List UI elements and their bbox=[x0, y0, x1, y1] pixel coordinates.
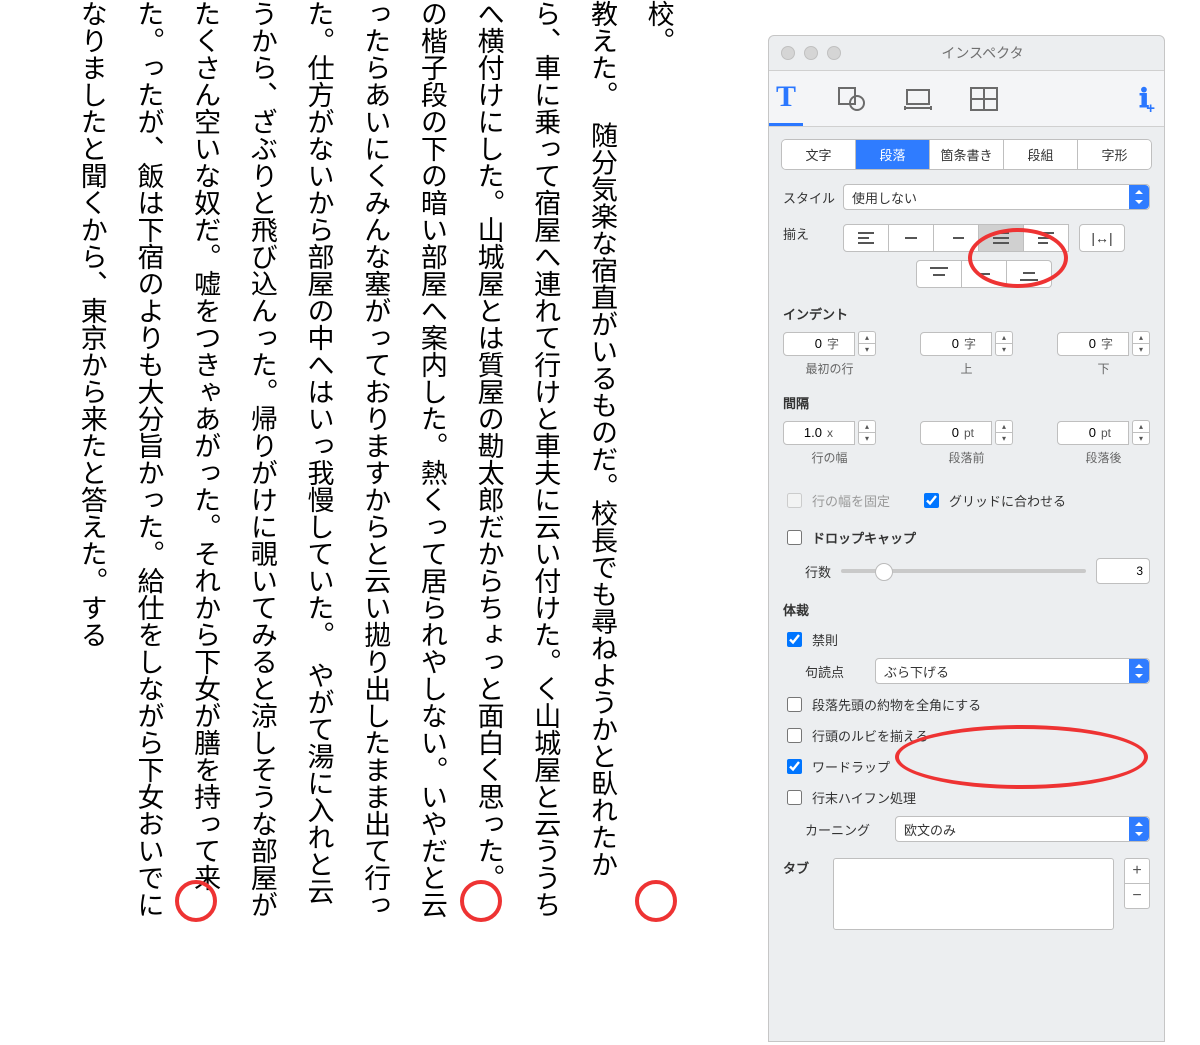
shape-category-icon[interactable] bbox=[835, 82, 869, 116]
stepper[interactable]: ▴▾ bbox=[1132, 420, 1150, 445]
tab-add-button[interactable]: + bbox=[1124, 858, 1150, 883]
minimize-icon[interactable] bbox=[804, 46, 818, 60]
tab-kajogaki[interactable]: 箇条書き bbox=[929, 140, 1003, 169]
close-icon[interactable] bbox=[781, 46, 795, 60]
info-icon[interactable]: ℹ+ bbox=[1139, 83, 1149, 114]
align-label: 揃え bbox=[783, 224, 843, 243]
space-after-input[interactable] bbox=[1057, 421, 1129, 445]
stepper[interactable]: ▴▾ bbox=[995, 331, 1013, 356]
metrics-category-icon[interactable] bbox=[901, 82, 935, 116]
ruby-checkbox[interactable] bbox=[787, 728, 802, 743]
tab-list[interactable] bbox=[833, 858, 1114, 930]
category-row: T ℹ+ bbox=[769, 70, 1164, 127]
stepper[interactable]: ▴▾ bbox=[858, 331, 876, 356]
align-left-button[interactable] bbox=[843, 224, 889, 252]
style-select[interactable]: 使用しない bbox=[843, 184, 1150, 210]
text-category-icon[interactable]: T bbox=[769, 71, 803, 126]
dropdown-arrow-icon bbox=[1129, 817, 1149, 841]
tab-jikei[interactable]: 字形 bbox=[1077, 140, 1151, 169]
kerning-label: カーニング bbox=[805, 820, 895, 839]
indent-top-input[interactable] bbox=[920, 332, 992, 356]
indent-bottom-input[interactable] bbox=[1057, 332, 1129, 356]
punct-label: 句読点 bbox=[805, 662, 875, 681]
inspector-panel: インスペクタ T ℹ+ 文字 段落 箇条書き 段組 字形 スタイル 使用しない bbox=[768, 35, 1165, 1042]
valign-top-button[interactable] bbox=[916, 260, 962, 288]
dropcap-checkbox[interactable] bbox=[787, 530, 802, 545]
stepper[interactable]: ▴▾ bbox=[995, 420, 1013, 445]
tab-dangumi[interactable]: 段組 bbox=[1003, 140, 1077, 169]
fix-line-width-checkbox bbox=[787, 493, 802, 508]
document-text[interactable]: 校。 教えた。 随分気楽な宿直がいるものだ。校長でも尋ねようかと臥れたから、車に… bbox=[0, 0, 830, 930]
inspector-title: インスペクタ bbox=[841, 43, 1124, 63]
dropcap-lines-input[interactable] bbox=[1096, 558, 1150, 584]
dropdown-arrow-icon bbox=[1129, 659, 1149, 683]
titlebar: インスペクタ bbox=[769, 36, 1164, 70]
space-before-input[interactable] bbox=[920, 421, 992, 445]
line-width-input[interactable] bbox=[783, 421, 855, 445]
tab-danraku[interactable]: 段落 bbox=[855, 140, 929, 169]
grid-align-checkbox[interactable] bbox=[924, 493, 939, 508]
spacing-header: 間隔 bbox=[783, 393, 1150, 412]
fullwidth-checkbox[interactable] bbox=[787, 697, 802, 712]
zoom-icon[interactable] bbox=[827, 46, 841, 60]
format-header: 体裁 bbox=[783, 600, 1150, 619]
hyphen-checkbox[interactable] bbox=[787, 790, 802, 805]
kinsoku-checkbox[interactable] bbox=[787, 632, 802, 647]
align-distribute-button[interactable]: |↔| bbox=[1079, 224, 1125, 252]
indent-header: インデント bbox=[783, 304, 1150, 323]
subtab-bar: 文字 段落 箇条書き 段組 字形 bbox=[781, 139, 1152, 170]
align-justify-button[interactable] bbox=[979, 224, 1024, 252]
table-category-icon[interactable] bbox=[967, 82, 1001, 116]
kerning-select[interactable]: 欧文のみ bbox=[895, 816, 1150, 842]
indent-first-input[interactable] bbox=[783, 332, 855, 356]
tab-remove-button[interactable]: − bbox=[1124, 883, 1150, 909]
valign-middle-button[interactable] bbox=[962, 260, 1007, 288]
align-justify-last-button[interactable] bbox=[1024, 224, 1069, 252]
punct-select[interactable]: ぶら下げる bbox=[875, 658, 1150, 684]
stepper[interactable]: ▴▾ bbox=[858, 420, 876, 445]
wordwrap-checkbox[interactable] bbox=[787, 759, 802, 774]
dropdown-arrow-icon bbox=[1129, 185, 1149, 209]
align-right-button[interactable] bbox=[934, 224, 979, 252]
style-label: スタイル bbox=[783, 188, 843, 207]
stepper[interactable]: ▴▾ bbox=[1132, 331, 1150, 356]
align-center-button[interactable] bbox=[889, 224, 934, 252]
dropcap-lines-label: 行数 bbox=[805, 562, 831, 581]
dropcap-slider[interactable] bbox=[841, 569, 1086, 573]
tab-header: タブ bbox=[783, 858, 823, 877]
valign-bottom-button[interactable] bbox=[1007, 260, 1052, 288]
tab-moji[interactable]: 文字 bbox=[782, 140, 855, 169]
